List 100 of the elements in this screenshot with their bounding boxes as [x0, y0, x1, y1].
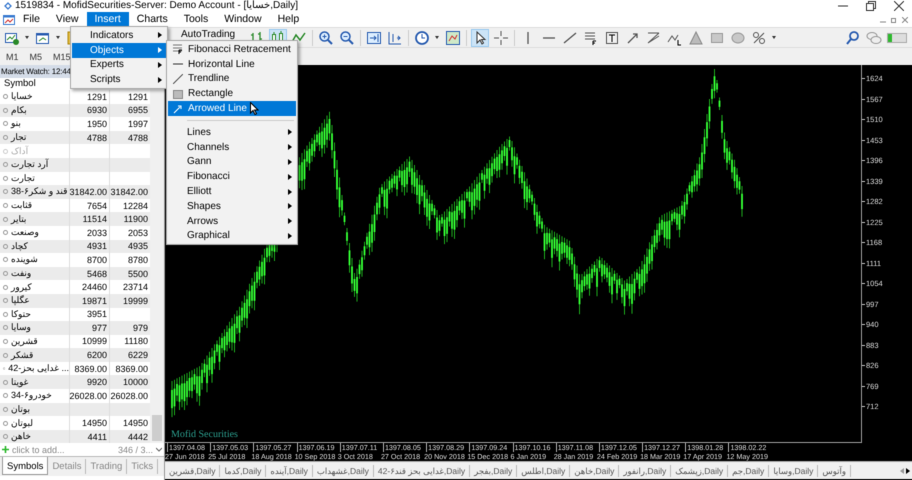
menu-item[interactable]: Scripts: [72, 72, 166, 88]
timeframe-button[interactable]: M5: [30, 52, 42, 62]
symbol-name: تجارت: [11, 172, 35, 184]
chart-tab[interactable]: وآتوس: [818, 464, 851, 476]
bid-price: 6200: [86, 350, 107, 360]
scroll-right-icon[interactable]: [906, 468, 910, 474]
bid-price: 31842.00: [69, 186, 107, 197]
chart-window-icon: [3, 14, 15, 24]
bid-price: 1950: [86, 118, 107, 129]
column-header: Symbol: [4, 78, 36, 89]
chart-tab[interactable]: خاهن,Daily: [570, 464, 620, 476]
symbol-name: قشرین: [11, 336, 38, 347]
symbol-name: وسایا: [11, 322, 31, 334]
submenu-arrow-icon: [288, 144, 292, 150]
chart-tab[interactable]: غدایی بحز قند۶-42,Daily: [374, 464, 470, 476]
chart-tab[interactable]: آینده,Daily: [266, 464, 313, 476]
menu-item[interactable]: Tools: [176, 12, 216, 27]
zoom-in-icon[interactable]: [318, 30, 334, 46]
trendline-icon[interactable]: [562, 30, 578, 46]
menu-item[interactable]: Indicators: [72, 28, 166, 43]
triangle-icon[interactable]: [688, 30, 704, 46]
timeframe-button[interactable]: M15: [53, 52, 71, 62]
bid-price: 7654: [86, 200, 107, 211]
bid-price: 4931: [86, 241, 107, 252]
cursor-icon[interactable]: [472, 30, 488, 46]
menu-item[interactable]: Fibonacci: [168, 169, 296, 184]
menu-item[interactable]: Lines: [168, 124, 296, 140]
bid-price: 977: [92, 322, 107, 333]
bid-price: 8369.00: [74, 364, 107, 374]
status-icon: [3, 420, 8, 426]
text-label-icon[interactable]: [604, 30, 620, 46]
symbol-name: خودرو۶-34: [11, 390, 52, 402]
menu-item[interactable]: View: [48, 12, 86, 27]
menu-item[interactable]: Insert: [86, 12, 129, 27]
menu-item[interactable]: File: [15, 12, 48, 27]
ask-price: 11180: [124, 336, 148, 346]
menu-item[interactable]: Help: [270, 12, 308, 27]
menu-item[interactable]: Arrows: [168, 214, 296, 229]
status-icon: [3, 284, 8, 290]
add-symbol-link[interactable]: click to add...: [12, 444, 65, 455]
bid-price: 14950: [82, 418, 107, 428]
panel-tab[interactable]: Symbols: [2, 457, 48, 476]
menu-item[interactable]: Channels: [168, 140, 296, 155]
bid-price: 2033: [86, 228, 107, 238]
auto-scroll-icon[interactable]: [366, 30, 382, 46]
autotrading-button[interactable]: AutoTrading: [181, 29, 236, 40]
search-icon[interactable]: [845, 30, 861, 46]
menu-item[interactable]: Charts: [128, 12, 176, 27]
chart-shift-icon[interactable]: [387, 30, 404, 46]
close-icon[interactable]: [894, 1, 904, 11]
bid-price: 5468: [86, 268, 107, 279]
chart-tab[interactable]: رانفور,Daily: [619, 464, 672, 476]
chart-tab[interactable]: زپشمک,Daily: [671, 464, 728, 476]
restore-icon[interactable]: [866, 1, 876, 11]
status-icon: [3, 325, 8, 330]
menu-item[interactable]: Graphical: [168, 228, 296, 244]
symbol-name: بتایر: [11, 214, 26, 225]
ask-price: 12284: [122, 200, 148, 211]
submenu-arrow-icon: [288, 174, 292, 180]
menu-item[interactable]: Elliott: [168, 184, 296, 199]
menu-item[interactable]: Objects: [72, 42, 166, 58]
chart-tab[interactable]: کدما,Daily: [220, 464, 266, 476]
status-icon: [3, 406, 8, 412]
chart-tab[interactable]: وسایا,Daily: [769, 464, 818, 476]
menu-item[interactable]: Horizontal Line: [168, 56, 296, 72]
menu-item[interactable]: Shapes: [168, 198, 296, 214]
symbol-name: بوتان: [11, 404, 30, 415]
status-icon: [3, 108, 8, 113]
menu-item[interactable]: Window: [216, 12, 270, 27]
template-icon[interactable]: [445, 30, 462, 46]
status-icon: [3, 352, 8, 358]
chart-tab[interactable]: جم,Daily: [728, 464, 770, 476]
submenu-arrow-icon: [158, 32, 162, 38]
zoom-out-icon[interactable]: [339, 30, 356, 46]
chart-tab[interactable]: اطلس,Daily: [517, 464, 570, 476]
symbol-name: غدایی بحز-42 ...: [8, 363, 69, 374]
menu-item[interactable]: Rectangle: [168, 86, 296, 102]
clock-icon[interactable]: [414, 30, 430, 46]
status-icon: [3, 380, 8, 385]
chart-tab[interactable]: قشرین,Daily: [165, 464, 220, 476]
submenu-arrow-icon: [288, 218, 292, 224]
menu-item[interactable]: Arrowed Line: [168, 101, 296, 116]
symbol-name: تجار: [11, 132, 26, 144]
broker-watermark: Mofid Securities: [171, 429, 238, 440]
menu-item[interactable]: Trendline: [168, 72, 296, 86]
ask-price: 4442: [128, 432, 148, 442]
symbol-name: کیرور: [11, 282, 32, 293]
menu-item[interactable]: Gann: [168, 154, 296, 170]
menu-item[interactable]: Experts: [72, 58, 166, 72]
window-title: 1519834 - MofidSecurities-Server: Demo Account - [خسایا,Daily]: [15, 0, 299, 12]
chart-tab[interactable]: بفجر,Daily: [470, 464, 518, 476]
chart-tab[interactable]: غشهداب,Daily: [312, 464, 374, 476]
ask-price: 8780: [128, 254, 148, 265]
status-icon: [3, 148, 8, 154]
menu-item[interactable]: Fibonacci Retracement: [168, 42, 296, 57]
status-icon: [3, 216, 8, 222]
symbol-name: خاهن: [11, 431, 31, 442]
timeframe-button[interactable]: M1: [6, 52, 19, 62]
crosshair-icon[interactable]: [493, 30, 510, 46]
bid-price: 9920: [86, 377, 107, 388]
